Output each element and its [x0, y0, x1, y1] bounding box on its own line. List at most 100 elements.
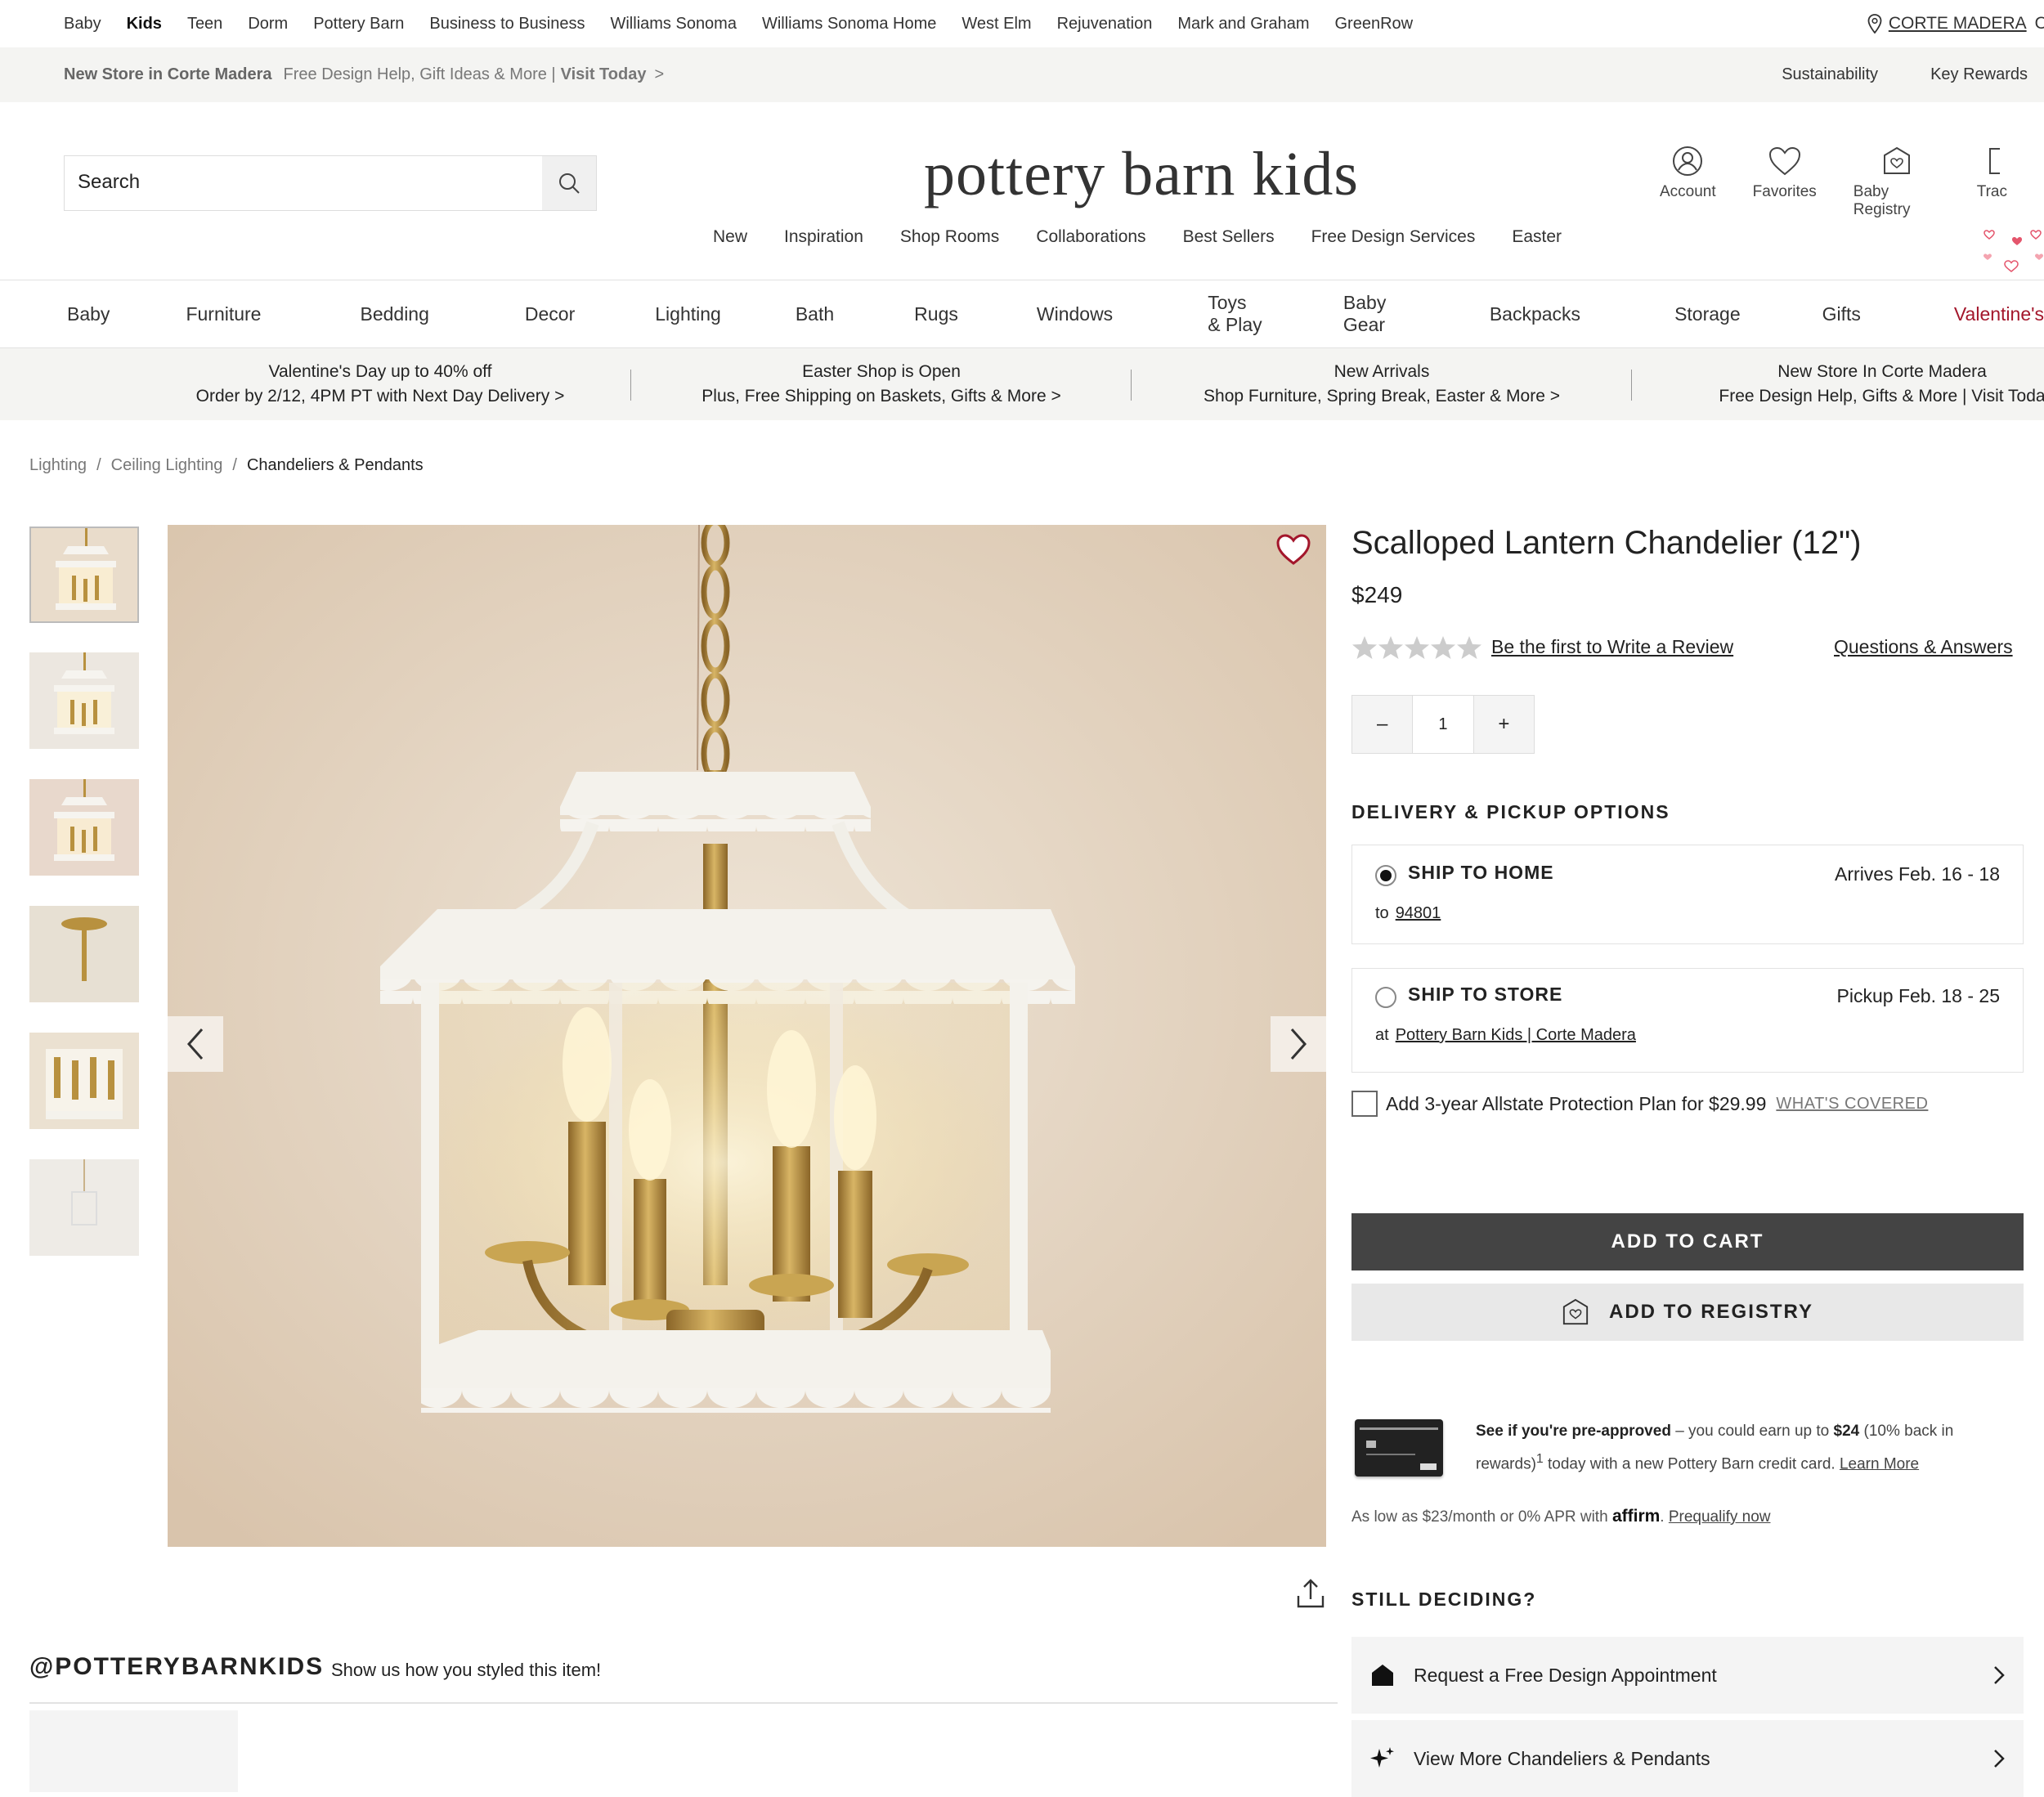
product-thumbnail[interactable]: [29, 527, 139, 623]
main-nav-item[interactable]: Free Design Services: [1311, 227, 1476, 247]
product-thumbnail[interactable]: [29, 1159, 139, 1256]
chevron-right-icon: [1290, 1028, 1307, 1060]
quantity-decrease-button[interactable]: –: [1352, 696, 1413, 753]
brand-link[interactable]: Williams Sonoma: [610, 15, 736, 34]
category-item[interactable]: Storage: [1674, 303, 1741, 325]
quantity-input[interactable]: 1: [1412, 696, 1474, 753]
design-appointment-label: Request a Free Design Appointment: [1414, 1664, 1717, 1686]
breadcrumb-item[interactable]: Ceiling Lighting: [111, 456, 223, 474]
brand-link[interactable]: Rejuvenation: [1057, 15, 1153, 34]
promo-item[interactable]: Easter Shop is Open Plus, Free Shipping o…: [620, 360, 1143, 409]
ugc-image-placeholder[interactable]: [29, 1710, 238, 1792]
brand-link[interactable]: Kids: [127, 15, 162, 34]
brand-link[interactable]: West Elm: [961, 15, 1031, 34]
product-main-image[interactable]: [168, 525, 1326, 1547]
chevron-left-icon: [186, 1028, 204, 1060]
category-item[interactable]: Toys & Play: [1208, 292, 1263, 336]
ugc-subtitle: Show us how you styled this item!: [331, 1660, 602, 1680]
product-thumbnail[interactable]: [29, 652, 139, 749]
affirm-text: As low as $23/month or 0% APR with: [1351, 1508, 1608, 1526]
category-item[interactable]: Lighting: [655, 303, 721, 325]
main-nav-item[interactable]: Shop Rooms: [900, 227, 999, 247]
category-item[interactable]: Bedding: [360, 303, 428, 325]
chandelier-thumbnail-icon: [71, 1159, 97, 1226]
promo-subtitle: Plus, Free Shipping on Baskets, Gifts & …: [702, 387, 1061, 406]
prequalify-link[interactable]: Prequalify now: [1669, 1508, 1771, 1526]
track-link[interactable]: Trac: [1977, 146, 2007, 219]
store-link[interactable]: Pottery Barn Kids | Corte Madera: [1396, 1026, 1636, 1044]
main-nav-item[interactable]: New: [713, 227, 747, 247]
category-item[interactable]: Valentine's: [1954, 303, 2044, 325]
credit-offer-text: See if you're pre-approved – you could e…: [1476, 1418, 2015, 1478]
next-image-button[interactable]: [1271, 1016, 1326, 1072]
product-thumbnail[interactable]: [29, 779, 139, 876]
design-appointment-link[interactable]: Request a Free Design Appointment: [1351, 1637, 2024, 1714]
account-link[interactable]: Account: [1660, 146, 1716, 219]
store-locator[interactable]: CORTE MADERA Open: [1867, 0, 2044, 47]
write-review-link[interactable]: Be the first to Write a Review: [1491, 636, 1733, 658]
ship-to-home-option[interactable]: SHIP TO HOME Arrives Feb. 16 - 18 to 9480…: [1351, 845, 2024, 944]
ship-to-store-row: at Pottery Barn Kids | Corte Madera: [1375, 1026, 1636, 1045]
brand-link[interactable]: GreenRow: [1334, 15, 1413, 34]
breadcrumb-item[interactable]: Lighting: [29, 456, 87, 474]
sustainability-link[interactable]: Sustainability: [1782, 65, 1878, 84]
quantity-stepper: – 1 +: [1351, 695, 1535, 754]
favorites-link[interactable]: Favorites: [1753, 146, 1817, 219]
key-rewards-link[interactable]: Key Rewards: [1930, 65, 2028, 84]
main-nav-item[interactable]: Collaborations: [1036, 227, 1145, 247]
baby-registry-label: Baby Registry: [1853, 183, 1911, 218]
baby-registry-link[interactable]: Baby Registry: [1853, 146, 1940, 219]
category-item[interactable]: Gifts: [1822, 303, 1861, 325]
protection-plan-checkbox[interactable]: [1351, 1091, 1378, 1117]
category-item[interactable]: Windows: [1037, 303, 1113, 325]
product-thumbnail[interactable]: [29, 906, 139, 1002]
site-logo[interactable]: pottery barn kids: [924, 139, 1359, 210]
promo-bar-cta[interactable]: Visit Today: [561, 65, 647, 84]
store-status: Open: [2034, 14, 2044, 33]
promo-subtitle: Shop Furniture, Spring Break, Easter & M…: [1204, 387, 1560, 406]
search-button[interactable]: [542, 156, 596, 210]
add-to-registry-button[interactable]: ADD TO REGISTRY: [1351, 1284, 2024, 1341]
ship-to-store-radio[interactable]: [1375, 987, 1396, 1008]
brand-link[interactable]: Williams Sonoma Home: [762, 15, 936, 34]
main-nav-item[interactable]: Best Sellers: [1183, 227, 1275, 247]
category-item[interactable]: Bath: [796, 303, 834, 325]
brand-link[interactable]: Baby: [64, 15, 101, 34]
learn-more-link[interactable]: Learn More: [1840, 1455, 1919, 1472]
quantity-increase-button[interactable]: +: [1473, 696, 1534, 753]
ship-to-home-arrival: Arrives Feb. 16 - 18: [1835, 863, 2000, 885]
category-item[interactable]: Rugs: [914, 303, 958, 325]
category-item[interactable]: Decor: [525, 303, 575, 325]
brand-link[interactable]: Dorm: [248, 15, 288, 34]
share-button[interactable]: [1296, 1578, 1325, 1613]
zip-code-link[interactable]: 94801: [1396, 904, 1441, 922]
view-more-chandeliers-link[interactable]: View More Chandeliers & Pendants: [1351, 1720, 2024, 1797]
promo-item[interactable]: New Store In Corte Madera Free Design Hel…: [1620, 360, 2044, 409]
category-item[interactable]: Backpacks: [1490, 303, 1580, 325]
main-nav-item[interactable]: Inspiration: [784, 227, 863, 247]
promo-title: New Arrivals: [1334, 362, 1430, 381]
search-input[interactable]: [65, 156, 549, 208]
whats-covered-link[interactable]: WHAT'S COVERED: [1776, 1095, 1928, 1114]
questions-answers-link[interactable]: Questions & Answers: [1834, 636, 2013, 658]
registry-icon: [1562, 1298, 1589, 1325]
category-item[interactable]: Baby Gear: [1343, 292, 1394, 336]
brand-link[interactable]: Business to Business: [429, 15, 585, 34]
brand-link[interactable]: Mark and Graham: [1177, 15, 1309, 34]
favorite-button[interactable]: [1275, 533, 1311, 570]
promo-item[interactable]: Valentine's Day up to 40% off Order by 2/…: [119, 360, 642, 409]
category-item[interactable]: Baby: [67, 303, 110, 325]
brand-link[interactable]: Teen: [187, 15, 222, 34]
prev-image-button[interactable]: [168, 1016, 223, 1072]
store-name[interactable]: CORTE MADERA: [1889, 14, 2027, 34]
main-nav-item[interactable]: Easter: [1512, 227, 1562, 247]
promo-item[interactable]: New Arrivals Shop Furniture, Spring Break…: [1120, 360, 1643, 409]
home-icon: [1372, 1665, 1393, 1686]
add-to-cart-button[interactable]: ADD TO CART: [1351, 1213, 2024, 1270]
ship-to-home-radio[interactable]: [1375, 865, 1396, 886]
brand-link[interactable]: Pottery Barn: [313, 15, 404, 34]
ship-to-store-option[interactable]: SHIP TO STORE Pickup Feb. 18 - 25 at Pott…: [1351, 968, 2024, 1073]
product-thumbnail[interactable]: [29, 1033, 139, 1129]
category-item[interactable]: Furniture: [186, 303, 261, 325]
chandelier-thumbnail-icon: [54, 779, 114, 861]
